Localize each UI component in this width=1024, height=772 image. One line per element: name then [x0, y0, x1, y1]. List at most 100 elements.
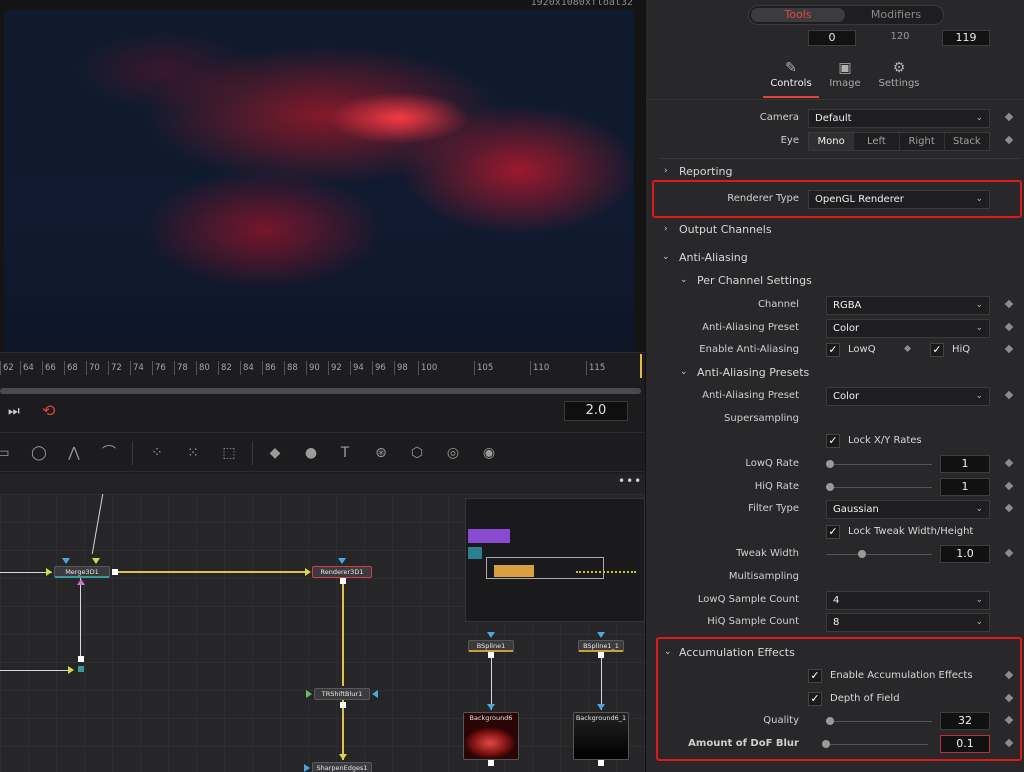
merge-input-magenta[interactable] — [77, 579, 85, 585]
keyframe-icon[interactable] — [1004, 322, 1014, 332]
bspline2-input[interactable] — [597, 632, 605, 638]
keyframe-icon[interactable] — [1004, 112, 1014, 122]
frame-end-field[interactable]: 119 — [942, 30, 990, 46]
node-merge3d1[interactable]: Merge3D1 — [54, 566, 110, 578]
timeline-tick: 78 — [174, 361, 188, 375]
node-trshiftblur1[interactable]: TRShiftBlur1 — [314, 688, 370, 700]
more-options-icon[interactable]: ••• — [618, 475, 641, 490]
camera-dropdown[interactable]: Default ⌄ — [808, 109, 990, 128]
hiq-checkbox[interactable]: ✓ — [930, 343, 944, 357]
lowq-count-dropdown[interactable]: 4 ⌄ — [826, 591, 990, 610]
merge-output[interactable] — [112, 569, 118, 575]
tweak-width-field[interactable]: 1.0 — [940, 545, 990, 563]
slider-knob[interactable] — [826, 460, 834, 468]
lock-xy-checkbox[interactable]: ✓ — [826, 434, 840, 448]
node-bspline1[interactable]: BSpline1 — [468, 640, 514, 652]
camera3d-icon[interactable]: ⬡ — [406, 443, 428, 463]
ellipse-tool-icon[interactable]: ◯ — [28, 443, 50, 463]
eye-right[interactable]: Right — [900, 133, 945, 150]
section-per-channel[interactable]: ⌄ Per Channel Settings — [646, 271, 1024, 293]
pipe-router-2[interactable] — [78, 666, 84, 672]
keyframe-icon[interactable] — [1004, 458, 1014, 468]
slider-knob[interactable] — [858, 550, 866, 558]
tweak-width-slider[interactable] — [826, 550, 932, 558]
keyframe-icon[interactable] — [1004, 299, 1014, 309]
lowq-checkbox[interactable]: ✓ — [826, 343, 840, 357]
bg1-input[interactable] — [487, 704, 495, 710]
node-renderer3d1[interactable]: Renderer3D1 — [312, 566, 372, 578]
playback-speed-field[interactable]: 2.0 — [564, 401, 628, 421]
eye-stack[interactable]: Stack — [945, 133, 989, 150]
viewer-image[interactable] — [4, 10, 634, 352]
particle-emitter-icon[interactable]: ⁘ — [146, 443, 168, 463]
image-plane-icon[interactable]: ◆ — [264, 443, 286, 463]
merge3d-icon[interactable]: ⊛ — [370, 443, 392, 463]
bg1-output[interactable] — [488, 760, 494, 766]
minimap-dots — [576, 571, 636, 581]
node-bspline1-1[interactable]: BSpline1_1 — [578, 640, 624, 652]
bspline1-output[interactable] — [488, 652, 494, 658]
filter-type-dropdown[interactable]: Gaussian ⌄ — [826, 500, 990, 519]
keyframe-icon[interactable] — [1004, 503, 1014, 513]
keyframe-icon[interactable] — [1004, 135, 1014, 145]
rectangle-tool-icon[interactable]: ▭ — [0, 443, 14, 463]
section-aa-presets[interactable]: ⌄ Anti-Aliasing Presets — [646, 363, 1024, 385]
pipe-router[interactable] — [78, 656, 84, 662]
scrub-bar[interactable] — [0, 388, 641, 394]
renderer3d-icon[interactable]: ◉ — [478, 443, 500, 463]
eye-left[interactable]: Left — [854, 133, 900, 150]
node-sharpenedges1[interactable]: SharpenEdges1 — [312, 762, 372, 772]
keyframe-icon[interactable] — [1004, 481, 1014, 491]
shape3d-icon[interactable]: ● — [300, 443, 322, 463]
merge-input-yellow[interactable] — [92, 558, 100, 564]
keyframe-icon[interactable] — [903, 344, 912, 353]
renderer-input[interactable] — [338, 558, 346, 564]
bg2-input[interactable] — [597, 704, 605, 710]
aa-preset-label: Anti-Aliasing Preset — [702, 322, 799, 333]
hiq-rate-slider[interactable] — [826, 483, 932, 491]
bg2-output[interactable] — [598, 760, 604, 766]
node-background6[interactable]: Background6 — [463, 712, 519, 760]
hiq-count-dropdown[interactable]: 8 ⌄ — [826, 613, 990, 632]
slider-knob[interactable] — [826, 483, 834, 491]
keyframe-icon[interactable] — [1004, 344, 1014, 354]
keyframe-icon[interactable] — [1004, 548, 1014, 558]
section-anti-aliasing[interactable]: ⌄ Anti-Aliasing — [646, 248, 1024, 270]
node-background6-1[interactable]: Background6_1 — [573, 712, 629, 760]
sharpen-input[interactable] — [339, 754, 347, 760]
tab-tools[interactable]: Tools — [751, 8, 845, 22]
aa-preset2-dropdown[interactable]: Color ⌄ — [826, 387, 990, 406]
blur-output[interactable] — [340, 702, 346, 708]
text3d-icon[interactable]: T — [334, 443, 356, 463]
merge-input-blue[interactable] — [62, 558, 70, 564]
aa-preset-dropdown[interactable]: Color ⌄ — [826, 319, 990, 338]
node-minimap[interactable] — [465, 498, 645, 622]
subtab-settings[interactable]: ⚙ Settings — [871, 58, 927, 98]
lowq-rate-field[interactable]: 1 — [940, 455, 990, 473]
lowq-rate-slider[interactable] — [826, 460, 932, 468]
controls-icon: ✎ — [785, 60, 797, 76]
section-output-channels[interactable]: › Output Channels — [646, 220, 1024, 242]
tab-modifiers[interactable]: Modifiers — [849, 8, 943, 22]
eye-mono[interactable]: Mono — [809, 133, 855, 150]
bspline-tool-icon[interactable]: ⌒ — [98, 443, 120, 463]
loop-icon[interactable]: ⟲ — [42, 402, 66, 420]
bspline1-input[interactable] — [487, 632, 495, 638]
playhead[interactable] — [640, 354, 642, 378]
viewer[interactable]: 1920x1080xfloat32 — [0, 0, 645, 352]
subtab-image[interactable]: ▣ Image — [817, 58, 873, 98]
skip-to-end-icon[interactable]: ⏭ — [8, 404, 30, 420]
subtab-controls[interactable]: ✎ Controls — [763, 58, 819, 98]
particle-style-icon[interactable]: ⬚ — [218, 443, 240, 463]
channel-dropdown[interactable]: RGBA ⌄ — [826, 296, 990, 315]
hiq-rate-field[interactable]: 1 — [940, 478, 990, 496]
keyframe-icon[interactable] — [1004, 390, 1014, 400]
timeline-ruler[interactable]: 62 64 66 68 70 72 74 76 78 80 82 84 86 88 90 92 94 96 98 10… — [0, 352, 645, 378]
frame-start-field[interactable]: 0 — [808, 30, 856, 46]
polygon-tool-icon[interactable]: ⋀ — [63, 443, 85, 463]
bspline2-output[interactable] — [598, 652, 604, 658]
lock-tweak-checkbox[interactable]: ✓ — [826, 525, 840, 539]
particle-render-icon[interactable]: ⁙ — [182, 443, 204, 463]
light-icon[interactable]: ◎ — [442, 443, 464, 463]
renderer-output[interactable] — [340, 578, 346, 584]
